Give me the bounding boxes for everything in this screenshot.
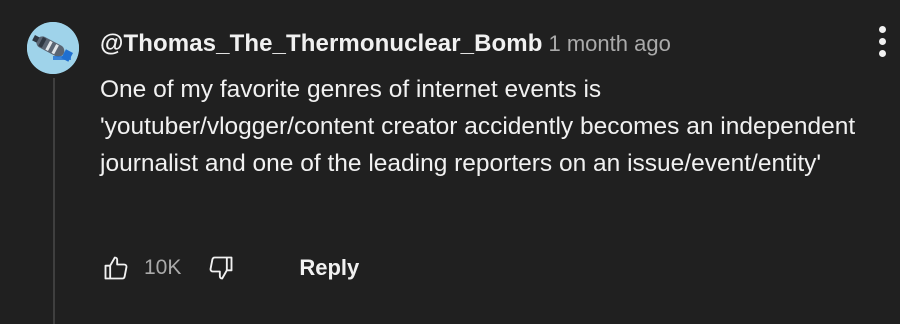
avatar[interactable] bbox=[27, 22, 79, 74]
thumbs-down-icon bbox=[209, 256, 233, 280]
menu-dot-icon bbox=[878, 25, 886, 33]
comment-header: @Thomas_The_Thermonuclear_Bomb 1 month ag… bbox=[100, 28, 671, 63]
menu-dot-icon bbox=[878, 37, 886, 45]
like-count: 10K bbox=[144, 256, 182, 279]
comment-text: One of my favorite genres of internet ev… bbox=[100, 76, 856, 177]
comment-timestamp[interactable]: 1 month ago bbox=[549, 31, 671, 56]
like-button[interactable] bbox=[98, 250, 134, 286]
more-options-button[interactable] bbox=[868, 18, 896, 64]
dislike-button[interactable] bbox=[203, 250, 239, 286]
menu-dot-icon bbox=[878, 49, 886, 57]
thread-line bbox=[53, 78, 55, 324]
comment-actions: 10K Reply bbox=[98, 248, 359, 288]
author-name[interactable]: @Thomas_The_Thermonuclear_Bomb bbox=[100, 30, 543, 57]
reply-button[interactable]: Reply bbox=[299, 255, 359, 281]
thumbs-up-icon bbox=[104, 256, 128, 280]
bomb-avatar-icon bbox=[27, 22, 79, 74]
